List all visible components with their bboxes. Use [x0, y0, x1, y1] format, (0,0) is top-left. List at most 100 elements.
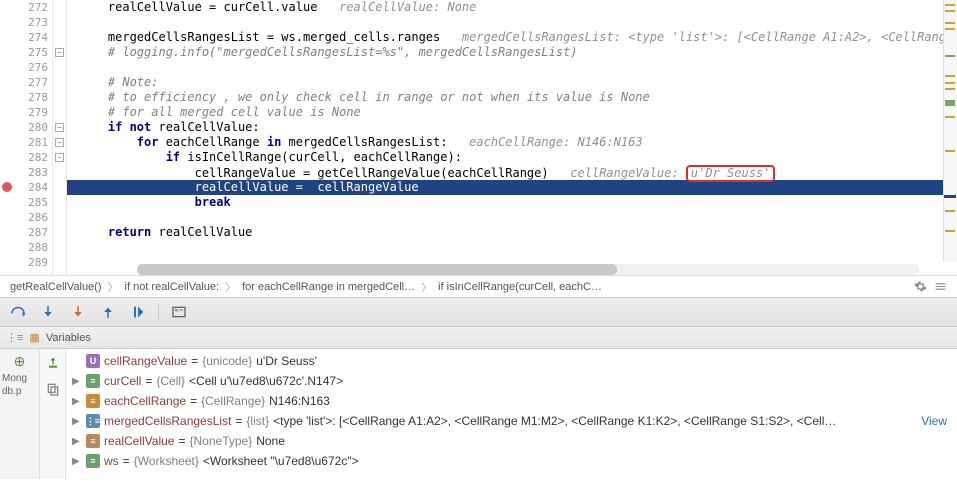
copy-icon[interactable] [43, 379, 63, 399]
variable-type: {CellRange} [201, 394, 265, 408]
fold-minus-icon[interactable]: − [55, 153, 64, 162]
menu-icon[interactable] [933, 280, 947, 294]
line-number: 279 [0, 105, 48, 120]
evaluate-expression-icon[interactable] [169, 302, 189, 322]
fold-gutter: − − − − [53, 0, 67, 275]
variable-value: None [256, 434, 285, 448]
line-number: 283 [0, 165, 48, 180]
step-into-my-code-icon[interactable] [68, 302, 88, 322]
variable-name: curCell [104, 374, 141, 388]
breadcrumb-item[interactable]: for eachCellRange in mergedCell… [242, 281, 415, 293]
code-area[interactable]: realCellValue = curCell.value realCellVa… [67, 0, 957, 275]
breadcrumb-bar: getRealCellValue() 〉 if not realCellValu… [0, 275, 957, 297]
breakpoint-icon[interactable] [2, 182, 12, 192]
new-watch-icon[interactable]: ⊕ [10, 351, 30, 371]
tree-arrow-icon[interactable]: ▶ [72, 456, 82, 467]
code-text: eachCellRange [158, 135, 266, 149]
side-tab[interactable]: Mong [0, 373, 27, 384]
variables-panel: ⊕ Mong db.p U cellRangeValue = {unicode}… [0, 349, 957, 479]
variable-row[interactable]: ▶ ⋮≡ mergedCellsRangesList = {list} <typ… [66, 411, 957, 431]
variables-tree[interactable]: U cellRangeValue = {unicode} u'Dr Seuss'… [66, 349, 957, 479]
variable-type-icon: ≡ [86, 374, 100, 388]
variable-row[interactable]: ▶ ≡ curCell = {Cell} <Cell u'\u7ed8\u672… [66, 371, 957, 391]
variable-name: mergedCellsRangesList [104, 414, 231, 428]
fold-minus-icon[interactable]: − [55, 48, 64, 57]
code-comment: # for all merged cell value is None [108, 105, 361, 119]
variable-value: N146:N163 [269, 394, 330, 408]
tree-arrow-icon[interactable]: ▶ [72, 416, 82, 427]
line-number: 272 [0, 0, 48, 15]
line-number: 273 [0, 15, 48, 30]
line-number: 277 [0, 75, 48, 90]
variables-icon: ▦ [29, 331, 39, 344]
line-number: 278 [0, 90, 48, 105]
restore-layout-icon[interactable] [43, 353, 63, 373]
editor-area: 272 273 274 275 276 277 278 279 280 281 … [0, 0, 957, 275]
step-out-icon[interactable] [98, 302, 118, 322]
line-number: 289 [0, 255, 48, 270]
fold-minus-icon[interactable]: − [55, 123, 64, 132]
variable-type: {Cell} [156, 374, 185, 388]
line-number: 284 [0, 180, 48, 195]
line-number: 288 [0, 240, 48, 255]
breadcrumb-item[interactable]: if not realCellValue: [125, 281, 220, 293]
fold-minus-icon[interactable]: − [55, 138, 64, 147]
chevron-right-icon: 〉 [108, 279, 119, 295]
variable-type-icon: ≡ [86, 454, 100, 468]
variable-value: <type 'list'>: [<CellRange A1:A2>, <Cell… [273, 414, 836, 428]
variable-type-icon: U [86, 354, 100, 368]
equals: = [191, 354, 198, 368]
code-text: isInCellRange(curCell, eachCellRange): [180, 150, 462, 164]
code-text: mergedCellsRangesList: [281, 135, 447, 149]
code-text: cellRangeValue = getCellRangeValue(eachC… [195, 166, 549, 180]
line-number: 282 [0, 150, 48, 165]
variable-type-icon: ≡ [86, 434, 100, 448]
tree-arrow-icon[interactable]: ▶ [72, 436, 82, 447]
breadcrumb-item[interactable]: if isInCellRange(curCell, eachC… [438, 281, 602, 293]
line-number: 280 [0, 120, 48, 135]
inline-hint: realCellValue: None [339, 0, 476, 14]
tree-arrow-icon[interactable]: ▶ [72, 376, 82, 387]
gear-icon[interactable] [913, 280, 927, 294]
view-link[interactable]: View [921, 414, 957, 428]
step-over-icon[interactable] [8, 302, 28, 322]
variable-value: <Worksheet "\u7ed8\u672c"> [203, 454, 359, 468]
line-number: 281 [0, 135, 48, 150]
variable-type: {Worksheet} [134, 454, 199, 468]
keyword: if not [108, 120, 151, 134]
code-text: realCellValue [151, 225, 252, 239]
variable-type-icon: ⋮≡ [86, 414, 100, 428]
horizontal-scrollbar[interactable] [137, 264, 919, 275]
scrollbar-thumb[interactable] [137, 264, 617, 275]
variable-type: {NoneType} [190, 434, 253, 448]
breadcrumb-item[interactable]: getRealCellValue() [10, 281, 102, 293]
code-comment: # logging.info("mergedCellsRangesList=%s… [108, 45, 578, 59]
variable-row[interactable]: ▶ ≡ eachCellRange = {CellRange} N146:N16… [66, 391, 957, 411]
variable-name: eachCellRange [104, 394, 186, 408]
variables-title: Variables [46, 332, 91, 344]
line-number: 276 [0, 60, 48, 75]
inline-hint: eachCellRange: N146:N163 [469, 135, 642, 149]
variable-type: {list} [246, 414, 269, 428]
line-number-gutter: 272 273 274 275 276 277 278 279 280 281 … [0, 0, 53, 275]
highlighted-value: u'Dr Seuss' [686, 165, 775, 182]
keyword: if [166, 150, 180, 164]
error-stripe[interactable] [943, 0, 957, 262]
line-number: 287 [0, 225, 48, 240]
variable-row[interactable]: ▶ ≡ realCellValue = {NoneType} None [66, 431, 957, 451]
variable-value: <Cell u'\u7ed8\u672c'.N147> [189, 374, 343, 388]
variable-row[interactable]: ▶ ≡ ws = {Worksheet} <Worksheet "\u7ed8\… [66, 451, 957, 471]
menu-icon[interactable]: ⋮≡ [6, 331, 23, 344]
variable-row[interactable]: U cellRangeValue = {unicode} u'Dr Seuss' [66, 351, 957, 371]
code-text: mergedCellsRangesList = ws.merged_cells.… [108, 30, 440, 44]
line-number: 274 [0, 30, 48, 45]
side-tab[interactable]: db.p [0, 386, 21, 397]
run-to-cursor-icon[interactable] [128, 302, 148, 322]
variables-toolbar [40, 349, 66, 479]
step-into-icon[interactable] [38, 302, 58, 322]
code-comment: # Note: [108, 75, 159, 89]
variable-type-icon: ≡ [86, 394, 100, 408]
line-number: 285 [0, 195, 48, 210]
variable-name: cellRangeValue [104, 354, 187, 368]
tree-arrow-icon[interactable]: ▶ [72, 396, 82, 407]
